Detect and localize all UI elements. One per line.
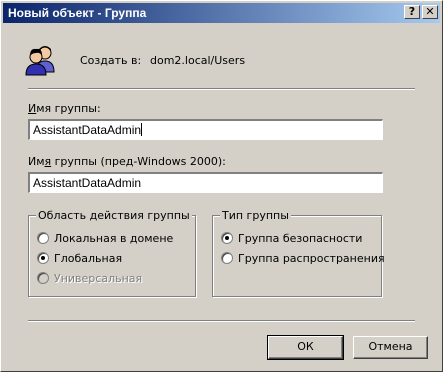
group-type-title: Тип группы xyxy=(220,209,291,222)
radio-checked-icon[interactable] xyxy=(37,252,49,264)
radio-checked-icon[interactable] xyxy=(221,232,233,244)
scope-option-label: Универсальная xyxy=(54,272,143,285)
group-scope-box: Область действия группы Локальная в доме… xyxy=(28,209,196,297)
type-option-label: Группа распространения xyxy=(238,252,385,265)
type-option-distribution[interactable]: Группа распространения xyxy=(221,252,385,265)
cancel-button[interactable]: Отмена xyxy=(353,336,428,359)
create-in-label: Создать в: xyxy=(80,54,142,67)
scope-option-universal: Универсальная xyxy=(37,272,142,285)
group-type-box: Тип группы Группа безопасности Группа ра… xyxy=(212,209,385,297)
separator-bottom xyxy=(28,320,415,322)
radio-disabled-icon xyxy=(37,272,49,284)
radio-icon[interactable] xyxy=(37,232,49,244)
close-button[interactable]: ✕ xyxy=(422,5,438,19)
scope-option-label: Локальная в домене xyxy=(54,232,174,245)
help-button[interactable]: ? xyxy=(404,5,420,19)
group-scope-title: Область действия группы xyxy=(36,209,192,222)
scope-option-label: Глобальная xyxy=(54,252,123,265)
type-option-security[interactable]: Группа безопасности xyxy=(221,232,362,245)
text-caret xyxy=(141,123,143,136)
ok-button[interactable]: ОК xyxy=(267,335,344,360)
scope-option-global[interactable]: Глобальная xyxy=(37,252,122,265)
group-name-pre2000-label: Имя группы (пред-Windows 2000): xyxy=(28,155,226,168)
create-in-path: dom2.local/Users xyxy=(150,54,246,67)
radio-icon[interactable] xyxy=(221,252,233,264)
type-option-label: Группа безопасности xyxy=(238,232,363,245)
separator-top xyxy=(28,88,415,90)
scope-option-domain-local[interactable]: Локальная в домене xyxy=(37,232,173,245)
title-bar[interactable]: Новый объект - Группа ? ✕ xyxy=(3,3,440,23)
group-name-input[interactable]: AssistantDataAdmin xyxy=(28,119,383,140)
window-title: Новый объект - Группа xyxy=(8,6,147,20)
group-name-label: Имя группы: xyxy=(28,102,101,115)
group-name-pre2000-input[interactable]: AssistantDataAdmin xyxy=(28,172,383,193)
users-group-icon xyxy=(25,46,55,76)
